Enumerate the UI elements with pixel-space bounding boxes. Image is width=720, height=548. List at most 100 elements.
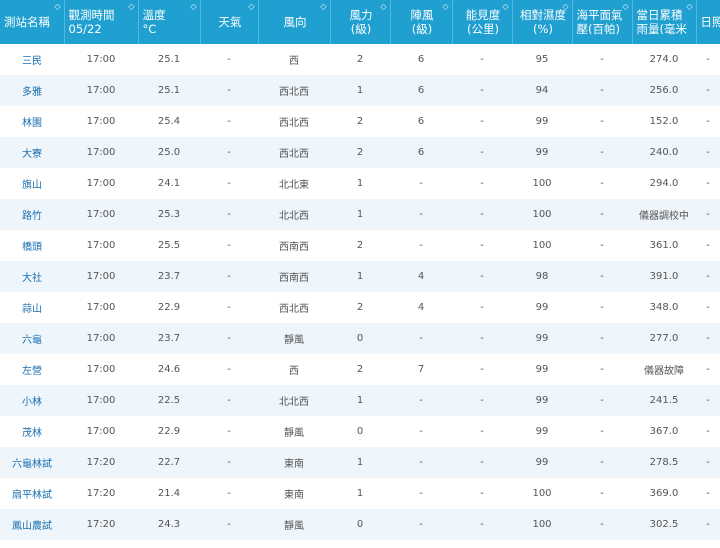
table-row: 路竹 17:00 25.3- 北北西 1- -100- 儀器調校中 - xyxy=(0,199,720,230)
column-header-humidity[interactable]: 相對濕度 (%) ◇ xyxy=(512,0,573,44)
sort-icon[interactable]: ◇ xyxy=(54,3,60,11)
cell-time: 17:00 xyxy=(64,323,138,354)
cell-weather: - xyxy=(200,416,258,447)
station-link[interactable]: 小林 xyxy=(0,385,64,416)
sort-icon[interactable]: ◇ xyxy=(190,3,196,11)
cell-temperature: 22.9 xyxy=(138,292,200,323)
sort-icon[interactable]: ◇ xyxy=(380,3,386,11)
table-body: 三民 17:00 25.1- 西 2 6-95-274.0- 多雅 17:00 25.1- 西北西… xyxy=(0,44,720,540)
sort-icon[interactable]: ◇ xyxy=(248,3,254,11)
cell-sunshine: - xyxy=(696,354,720,385)
cell-wind-force: 1 xyxy=(330,385,390,416)
table-row: 三民 17:00 25.1- 西 2 6-95-274.0- xyxy=(0,44,720,75)
column-header-temperature[interactable]: 溫度 °C ◇ xyxy=(138,0,201,44)
cell-weather: - xyxy=(200,509,258,540)
cell-sunshine: - xyxy=(696,199,720,230)
sort-icon[interactable]: ◇ xyxy=(686,3,692,11)
cell-rainfall: 277.0 xyxy=(632,323,696,354)
cell-wind-direction: 靜風 xyxy=(258,509,330,540)
cell-visibility: - xyxy=(452,199,512,230)
column-header-wind-force[interactable]: 風力 (級) ◇ xyxy=(330,0,391,44)
station-link[interactable]: 茂林 xyxy=(0,416,64,447)
cell-humidity: 100 xyxy=(512,478,572,509)
station-link[interactable]: 三民 xyxy=(0,44,64,75)
station-link[interactable]: 六龜林試 xyxy=(0,447,64,478)
cell-pressure: - xyxy=(572,509,632,540)
column-header-label: 觀測時間 xyxy=(68,8,115,22)
cell-humidity: 99 xyxy=(512,385,572,416)
sort-icon[interactable]: ◇ xyxy=(128,3,134,11)
cell-wind-force: 2 xyxy=(330,106,390,137)
cell-time: 17:20 xyxy=(64,447,138,478)
cell-gust: - xyxy=(390,199,452,230)
cell-time: 17:00 xyxy=(64,44,138,75)
station-link[interactable]: 大社 xyxy=(0,261,64,292)
cell-sunshine: - xyxy=(696,230,720,261)
cell-weather: - xyxy=(200,323,258,354)
station-link[interactable]: 六龜 xyxy=(0,323,64,354)
observation-table: 測站名稱 ◇ 觀測時間 05/22 ◇ 溫度 °C ◇ 天氣 ◇ 風向 ◇ 風力 (級) ◇ 陣風 (級) ◇ 能見… xyxy=(0,0,720,540)
cell-wind-force: 1 xyxy=(330,447,390,478)
column-header-weather[interactable]: 天氣 ◇ xyxy=(200,0,259,44)
sort-icon[interactable]: ◇ xyxy=(622,3,628,11)
station-link[interactable]: 橋頭 xyxy=(0,230,64,261)
station-link[interactable]: 林園 xyxy=(0,106,64,137)
sort-icon[interactable]: ◇ xyxy=(442,3,448,11)
column-header-unit: 壓(百帕) xyxy=(576,22,620,36)
sort-icon[interactable]: ◇ xyxy=(562,3,568,11)
station-link[interactable]: 蒜山 xyxy=(0,292,64,323)
cell-wind-direction: 西北西 xyxy=(258,106,330,137)
sort-icon[interactable]: ◇ xyxy=(320,3,326,11)
cell-wind-force: 0 xyxy=(330,416,390,447)
cell-wind-direction: 靜風 xyxy=(258,416,330,447)
cell-pressure: - xyxy=(572,416,632,447)
cell-humidity: 99 xyxy=(512,137,572,168)
cell-weather: - xyxy=(200,75,258,106)
station-link[interactable]: 路竹 xyxy=(0,199,64,230)
sort-icon[interactable]: ◇ xyxy=(502,3,508,11)
table-row: 茂林 17:00 22.9- 靜風 0- -99-367.0- xyxy=(0,416,720,447)
cell-temperature: 25.0 xyxy=(138,137,200,168)
cell-sunshine: - xyxy=(696,75,720,106)
cell-time: 17:00 xyxy=(64,354,138,385)
column-header-unit: 05/22 xyxy=(68,22,102,36)
table-row: 左營 17:00 24.6- 西 2 7-99- 儀器故障 - xyxy=(0,354,720,385)
station-link[interactable]: 扇平林試 xyxy=(0,478,64,509)
cell-pressure: - xyxy=(572,106,632,137)
cell-time: 17:00 xyxy=(64,75,138,106)
cell-temperature: 24.3 xyxy=(138,509,200,540)
cell-wind-direction: 西南西 xyxy=(258,230,330,261)
column-header-station[interactable]: 測站名稱 ◇ xyxy=(0,0,65,44)
cell-visibility: - xyxy=(452,44,512,75)
table-row: 大寮 17:00 25.0- 西北西 2 6-99-240.0- xyxy=(0,137,720,168)
cell-weather: - xyxy=(200,44,258,75)
column-header-visibility[interactable]: 能見度 (公里) ◇ xyxy=(452,0,513,44)
station-link[interactable]: 多雅 xyxy=(0,75,64,106)
station-link[interactable]: 旗山 xyxy=(0,168,64,199)
cell-wind-force: 2 xyxy=(330,354,390,385)
column-header-pressure[interactable]: 海平面氣 壓(百帕) ◇ xyxy=(572,0,633,44)
cell-visibility: - xyxy=(452,385,512,416)
cell-sunshine: - xyxy=(696,416,720,447)
cell-weather: - xyxy=(200,137,258,168)
column-header-rainfall[interactable]: 當日累積 雨量(毫米 ◇ xyxy=(632,0,697,44)
cell-pressure: - xyxy=(572,168,632,199)
cell-wind-force: 1 xyxy=(330,478,390,509)
cell-weather: - xyxy=(200,261,258,292)
cell-wind-force: 1 xyxy=(330,168,390,199)
column-header-label: 日照時 xyxy=(700,15,720,29)
column-header-gust[interactable]: 陣風 (級) ◇ xyxy=(390,0,453,44)
column-header-sunshine[interactable]: 日照時 xyxy=(696,0,720,44)
cell-sunshine: - xyxy=(696,137,720,168)
table-row: 多雅 17:00 25.1- 西北西 1 6-94-256.0- xyxy=(0,75,720,106)
cell-pressure: - xyxy=(572,44,632,75)
cell-temperature: 24.6 xyxy=(138,354,200,385)
station-link[interactable]: 鳳山農試 xyxy=(0,509,64,540)
column-header-wind-direction[interactable]: 風向 ◇ xyxy=(258,0,331,44)
cell-wind-direction: 北北東 xyxy=(258,168,330,199)
station-link[interactable]: 大寮 xyxy=(0,137,64,168)
column-header-unit: °C xyxy=(142,22,157,36)
station-link[interactable]: 左營 xyxy=(0,354,64,385)
cell-pressure: - xyxy=(572,230,632,261)
column-header-time[interactable]: 觀測時間 05/22 ◇ xyxy=(64,0,139,44)
